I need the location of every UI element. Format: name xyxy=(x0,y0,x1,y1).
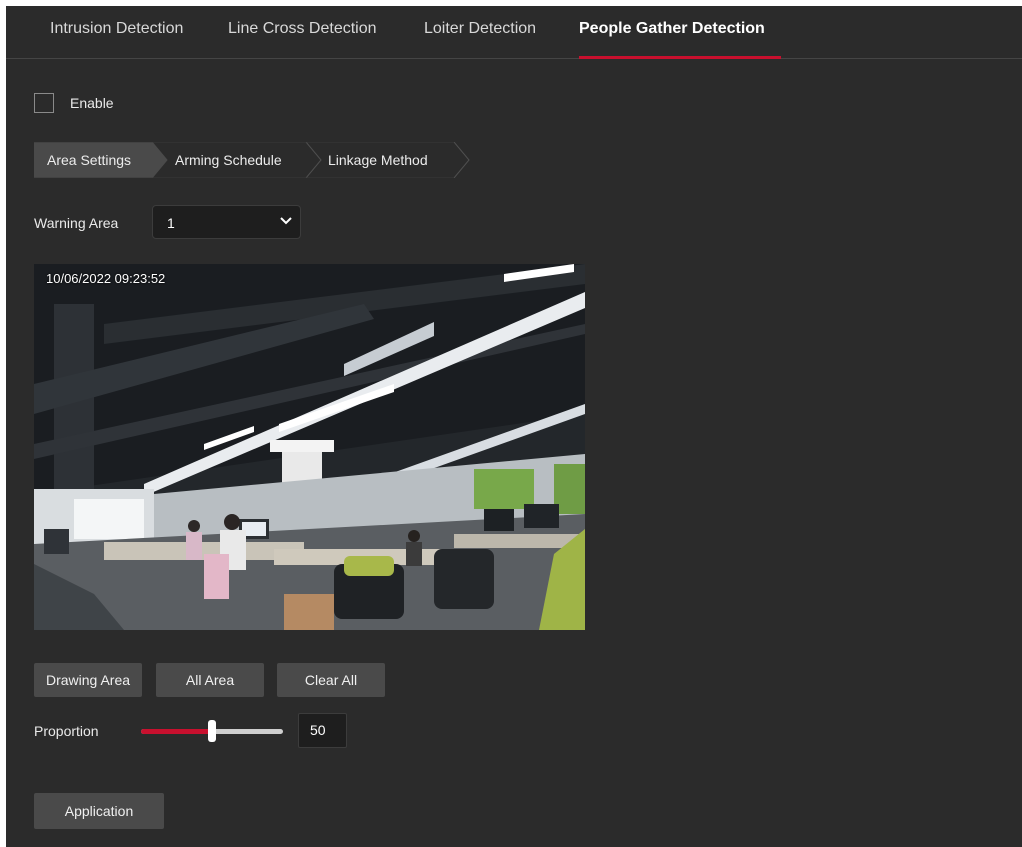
step-area-settings[interactable]: Area Settings xyxy=(47,152,131,168)
chevron-down-icon xyxy=(280,217,292,225)
step-linkage-method[interactable]: Linkage Method xyxy=(328,152,428,168)
tab-label: Loiter Detection xyxy=(424,20,537,37)
tab-people-gather-detection[interactable]: People Gather Detection xyxy=(579,6,781,59)
warning-area-select[interactable]: 1 xyxy=(152,205,301,239)
clear-all-button[interactable]: Clear All xyxy=(277,663,385,697)
enable-checkbox[interactable] xyxy=(34,93,54,113)
step-arming-schedule[interactable]: Arming Schedule xyxy=(175,152,282,168)
warning-area-label: Warning Area xyxy=(34,215,119,231)
enable-label: Enable xyxy=(70,95,114,111)
tab-label: People Gather Detection xyxy=(579,20,765,37)
all-area-button[interactable]: All Area xyxy=(156,663,264,697)
tab-label: Intrusion Detection xyxy=(50,20,184,37)
slider-fill xyxy=(141,729,212,734)
tab-label: Line Cross Detection xyxy=(228,20,377,37)
tab-loiter-detection[interactable]: Loiter Detection xyxy=(424,6,536,58)
people-gather-settings-panel: Intrusion Detection Line Cross Detection… xyxy=(6,6,1022,847)
proportion-label: Proportion xyxy=(34,723,99,739)
drawing-area-button[interactable]: Drawing Area xyxy=(34,663,142,697)
video-timestamp: 10/06/2022 09:23:52 xyxy=(46,271,166,286)
application-button[interactable]: Application xyxy=(34,793,164,829)
tab-line-cross-detection[interactable]: Line Cross Detection xyxy=(228,6,377,58)
proportion-value-input[interactable]: 50 xyxy=(298,713,347,748)
detection-tabs: Intrusion Detection Line Cross Detection… xyxy=(6,6,1022,59)
camera-scene xyxy=(34,264,585,630)
warning-area-value: 1 xyxy=(167,215,175,231)
active-tab-indicator xyxy=(579,56,781,59)
slider-thumb[interactable] xyxy=(208,720,216,742)
tab-intrusion-detection[interactable]: Intrusion Detection xyxy=(50,6,183,58)
proportion-slider[interactable] xyxy=(141,720,283,742)
camera-live-view[interactable]: 10/06/2022 09:23:52 xyxy=(34,264,585,630)
